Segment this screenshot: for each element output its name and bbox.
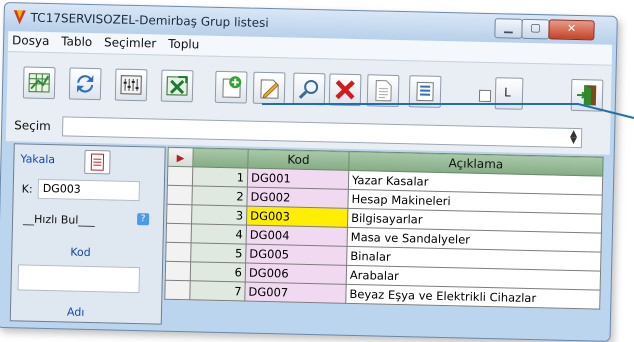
help-icon[interactable]: ? [136, 213, 150, 226]
row-number: 2 [191, 185, 248, 207]
row-number: 7 [189, 280, 246, 302]
row-number: 5 [190, 242, 247, 264]
minimize-button[interactable]: ▁ [494, 18, 523, 39]
k-input[interactable]: DG003 [37, 178, 140, 202]
row-number: 4 [191, 223, 247, 245]
cell-kod[interactable]: DG003 [246, 206, 348, 228]
add-record-button[interactable] [214, 70, 248, 104]
row-indicator[interactable] [167, 166, 193, 186]
secim-label: Seçim [14, 118, 51, 134]
cell-kod[interactable]: DG001 [247, 168, 349, 190]
refresh-icon [76, 75, 94, 93]
document-red-icon [90, 153, 105, 171]
close-icon: ✕ [566, 21, 577, 35]
spreadsheet-button[interactable] [22, 66, 56, 100]
data-grid: ▶ Kod Açıklama 1 DG001 Yazar Kasalar 2 DG002… [164, 146, 604, 310]
maximize-button[interactable]: ▢ [521, 18, 550, 40]
header-rownum [192, 147, 249, 169]
left-panel: Yakala K: DG003 __Hızlı Bul___ ? Kod Adı [9, 143, 166, 325]
maximize-icon: ▢ [530, 20, 541, 35]
row-indicator[interactable] [164, 280, 191, 300]
add-record-icon [222, 76, 242, 98]
grid-body: 1 DG001 Yazar Kasalar 2 DG002 Hesap Makineler… [164, 166, 603, 310]
menu-toplu[interactable]: Toplu [164, 35, 204, 54]
yakala-button[interactable] [84, 149, 111, 175]
row-indicator[interactable] [166, 223, 192, 243]
row-indicator[interactable] [166, 204, 192, 224]
row-indicator[interactable] [165, 242, 192, 262]
minimize-icon: ▁ [504, 20, 513, 34]
hizli-bul-label: __Hızlı Bul___ [22, 212, 96, 228]
menu-secimler[interactable]: Seçimler [100, 33, 161, 52]
app-logo-icon [13, 10, 26, 25]
cell-kod[interactable]: DG004 [246, 225, 348, 247]
cell-kod[interactable]: DG006 [245, 263, 347, 285]
callout-arrow [262, 103, 634, 119]
excel-export-button[interactable] [160, 69, 194, 103]
refresh-button[interactable] [68, 67, 102, 101]
menu-dosya[interactable]: Dosya [8, 31, 54, 50]
kod-label: Kod [70, 245, 91, 260]
window-title: TC17SERVISOZEL-Demirbaş Grup listesi [30, 10, 269, 31]
k-label: K: [21, 182, 33, 196]
adi-label: Adı [66, 305, 85, 319]
close-button[interactable]: ✕ [548, 19, 595, 41]
yakala-label: Yakala [20, 152, 56, 167]
cell-kod[interactable]: DG007 [244, 282, 347, 304]
kod-input[interactable] [17, 264, 141, 294]
spreadsheet-icon [28, 73, 50, 93]
row-indicator-icon: ▶ [176, 152, 185, 165]
row-number: 6 [190, 261, 246, 283]
cell-kod[interactable]: DG002 [246, 187, 349, 209]
row-number: 1 [192, 166, 248, 188]
row-indicator[interactable] [165, 261, 191, 281]
header-indicator: ▶ [167, 147, 194, 167]
excel-export-icon [166, 75, 188, 96]
menu-tablo[interactable]: Tablo [57, 32, 96, 51]
cell-kod[interactable]: DG005 [245, 244, 348, 266]
row-indicator[interactable] [166, 185, 193, 205]
app-window: TC17SERVISOZEL-Demirbaş Grup listesi ▁ ▢… [0, 2, 618, 342]
equalizer-button[interactable] [114, 68, 148, 102]
equalizer-icon [120, 75, 142, 95]
row-number: 3 [191, 204, 247, 226]
